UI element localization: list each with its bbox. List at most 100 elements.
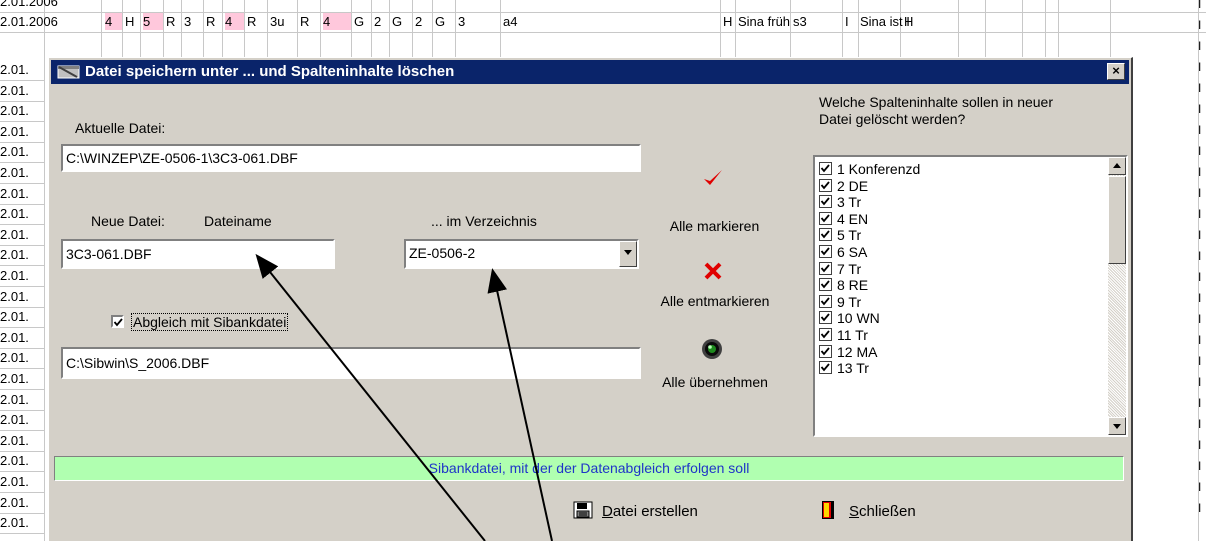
sync-checkbox[interactable] <box>111 315 124 328</box>
column-checkbox[interactable] <box>819 228 832 242</box>
date-cell[interactable]: 2.01. <box>0 183 44 205</box>
date-cell[interactable]: 2.01. <box>0 265 44 287</box>
checkmark-icon[interactable] <box>702 167 724 192</box>
column-list-item[interactable]: 3 Tr <box>819 194 861 210</box>
column-checkbox[interactable] <box>819 344 832 358</box>
table-cell[interactable]: R <box>166 13 181 30</box>
column-list-item[interactable]: 5 Tr <box>819 227 861 243</box>
date-cell[interactable]: 2.01. <box>0 121 44 143</box>
column-list-item[interactable]: 7 Tr <box>819 261 861 277</box>
date-cell[interactable]: 2.01. <box>0 492 44 514</box>
column-list-item[interactable]: 8 RE <box>819 277 868 293</box>
column-list-item[interactable]: 13 Tr <box>819 360 869 376</box>
table-cell[interactable]: R <box>300 13 320 30</box>
table-cell[interactable]: H <box>125 13 140 30</box>
column-checkbox[interactable] <box>819 278 832 292</box>
apply-all-button[interactable]: Alle übernehmen <box>656 374 774 390</box>
table-cell[interactable]: 2 <box>415 13 432 30</box>
close-label: chließen <box>859 503 916 520</box>
cross-icon[interactable] <box>704 262 722 283</box>
column-checkbox[interactable] <box>819 211 832 225</box>
date-cell[interactable]: 2.01. <box>0 512 44 535</box>
date-cell[interactable]: 2.01. <box>0 471 44 493</box>
directory-select[interactable]: ZE-0506-2 <box>404 239 639 269</box>
table-cell[interactable]: 4 <box>105 13 122 30</box>
column-checkbox[interactable] <box>819 328 832 341</box>
columns-listbox[interactable]: 1 Konferenzd 2 DE 3 Tr 4 EN 5 Tr 6 SA 7 Tr 8 RE… <box>813 155 1128 437</box>
column-checkbox[interactable] <box>819 361 832 375</box>
column-checkbox[interactable] <box>819 294 832 308</box>
table-cell[interactable]: R <box>247 13 267 30</box>
column-label: 3 Tr <box>837 194 862 211</box>
table-cell[interactable]: R <box>206 13 222 30</box>
column-list-item[interactable]: 12 MA <box>819 344 877 360</box>
scroll-up-button[interactable] <box>1108 157 1126 175</box>
column-list-item[interactable]: 10 WN <box>819 310 880 326</box>
column-list-item[interactable]: 9 Tr <box>819 294 861 310</box>
date-cell[interactable]: 2.01. <box>0 409 44 432</box>
create-accel: D <box>602 503 613 520</box>
current-file-field[interactable]: C:\WINZEP\ZE-0506-1\3C3-061.DBF <box>61 144 641 172</box>
date-cell[interactable]: 2.01. <box>0 368 44 390</box>
unmark-all-button[interactable]: Alle entmarkieren <box>652 293 778 309</box>
table-cell[interactable]: 3u <box>270 13 297 30</box>
date-cell[interactable]: 2.01. <box>0 80 44 102</box>
column-list-item[interactable]: 2 DE <box>819 178 868 194</box>
table-cell[interactable]: a4 <box>503 13 520 30</box>
date-cell[interactable]: 2.01. <box>0 286 44 308</box>
mark-all-button[interactable]: Alle markieren <box>662 218 767 234</box>
table-cell[interactable]: Sina früh <box>738 13 790 30</box>
column-list-item[interactable]: 1 Konferenzd <box>819 161 920 177</box>
date-cell[interactable]: 2.01. <box>0 100 44 123</box>
title-bar[interactable]: Datei speichern unter ... und Spalteninh… <box>51 60 1129 84</box>
scroll-thumb[interactable] <box>1108 176 1126 264</box>
table-cell[interactable]: 3 <box>458 13 478 30</box>
table-cell[interactable]: G <box>392 13 412 30</box>
table-cell[interactable]: 4 <box>323 13 351 30</box>
date-cell[interactable]: 2.01. <box>0 327 44 349</box>
sync-checkbox-label[interactable]: Abgleich mit Sibankdatei <box>131 313 289 331</box>
date-cell[interactable]: 2.01. <box>0 430 44 452</box>
column-checkbox[interactable] <box>819 178 832 192</box>
table-cell[interactable]: Sina ist I <box>860 13 910 30</box>
date-cell[interactable]: 2.01. <box>0 162 44 184</box>
date-cell[interactable]: 2.01. <box>0 450 44 473</box>
column-checkbox[interactable] <box>819 311 832 325</box>
table-row[interactable]: 2.01.2006 4 H 5 R 3 R 4 R 3u R 4 G 2 G 2 G 3 a4 H Sina früh s… <box>0 11 1206 33</box>
table-cell[interactable]: 5 <box>143 13 163 30</box>
date-cell[interactable]: 2.01. <box>0 59 44 81</box>
column-checkbox[interactable] <box>819 162 832 175</box>
dropdown-button[interactable] <box>619 241 637 267</box>
column-list-item[interactable]: 11 Tr <box>819 327 868 343</box>
table-cell[interactable]: H <box>904 13 918 30</box>
date-cell[interactable]: 2.01. <box>0 224 44 246</box>
column-checkbox[interactable] <box>819 245 832 258</box>
scroll-down-button[interactable] <box>1108 417 1126 435</box>
sync-file-field[interactable]: C:\Sibwin\S_2006.DBF <box>61 347 641 379</box>
date-cell[interactable]: 2.01. <box>0 244 44 267</box>
column-list-item[interactable]: 4 EN <box>819 211 868 227</box>
column-checkbox[interactable] <box>819 261 832 275</box>
table-cell[interactable]: 4 <box>225 13 244 30</box>
create-file-button[interactable]: Datei erstellen <box>572 498 698 526</box>
filename-input[interactable]: 3C3-061.DBF <box>61 239 335 269</box>
vertical-scrollbar[interactable] <box>1108 157 1126 435</box>
close-button[interactable]: Schließen <box>821 498 916 526</box>
date-cell[interactable]: 2.01. <box>0 203 44 226</box>
table-cell[interactable]: H <box>723 13 735 30</box>
close-icon[interactable]: × <box>1107 63 1125 80</box>
column-checkbox[interactable] <box>819 195 832 209</box>
green-light-icon[interactable] <box>701 338 723 363</box>
table-cell[interactable]: I <box>845 13 858 30</box>
column-list-item[interactable]: 6 SA <box>819 244 867 260</box>
date-cell[interactable]: 2.01. <box>0 347 44 370</box>
date-cell[interactable]: 2.01. <box>0 306 44 329</box>
table-cell[interactable]: 2 <box>374 13 389 30</box>
date-cell[interactable]: 2.01. <box>0 141 44 164</box>
date-cell[interactable]: 2.01. <box>0 389 44 411</box>
table-cell[interactable]: G <box>435 13 455 30</box>
sheet-cell-edge: I <box>1198 270 1202 284</box>
table-cell[interactable]: 3 <box>184 13 203 30</box>
table-cell[interactable]: G <box>354 13 371 30</box>
table-cell[interactable]: s3 <box>793 13 808 30</box>
